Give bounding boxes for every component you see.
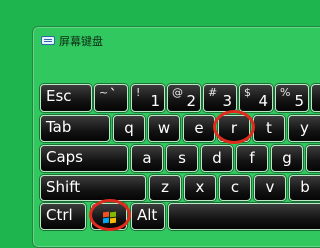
key-lower-label: 3: [222, 92, 232, 110]
key-s[interactable]: s: [166, 145, 198, 172]
key-label: b: [300, 178, 310, 197]
key-ctrl[interactable]: Ctrl: [40, 203, 86, 230]
key-upper-label: @: [172, 86, 183, 99]
key-lower-label: 2: [186, 92, 196, 110]
window-title: 屏幕键盘: [59, 35, 103, 48]
key-label: x: [195, 178, 205, 197]
key-label: t: [266, 118, 272, 137]
key-label: Ctrl: [46, 206, 73, 224]
key-label: w: [157, 118, 171, 137]
key-label: Alt: [137, 206, 158, 224]
key-label: Caps: [46, 148, 84, 166]
key-shift[interactable]: Shift: [40, 175, 146, 201]
key-label: Esc: [46, 87, 72, 105]
key-e[interactable]: e: [183, 115, 215, 142]
key-v[interactable]: v: [254, 175, 286, 201]
highlight-circle-windows: [89, 199, 131, 231]
key-caps[interactable]: Caps: [40, 145, 128, 172]
key-d[interactable]: d: [201, 145, 233, 172]
key-upper-label: $: [244, 86, 251, 99]
key-upper-label: !: [136, 86, 141, 99]
key-6-partial[interactable]: [311, 84, 320, 112]
key-lower-label: 4: [258, 92, 268, 110]
key-lower-label: 1: [150, 92, 160, 110]
key-lower-label: 5: [294, 92, 304, 110]
key-label: y: [300, 118, 309, 137]
highlight-circle-r: [213, 110, 255, 144]
key-a[interactable]: a: [131, 145, 163, 172]
key-space[interactable]: [168, 203, 320, 230]
key-c[interactable]: c: [219, 175, 251, 201]
key-label: z: [161, 178, 169, 197]
key-upper-label: %: [280, 86, 291, 99]
key-x[interactable]: x: [184, 175, 216, 201]
key-label: s: [178, 148, 186, 167]
key-tilde[interactable]: ~ `: [94, 84, 128, 112]
key-esc[interactable]: Esc: [40, 84, 92, 112]
key-h-partial[interactable]: [306, 145, 320, 172]
key-upper-label: #: [208, 86, 218, 99]
key-lower-label: `: [109, 86, 118, 104]
key-label: v: [265, 178, 275, 197]
title-bar: 屏幕键盘: [33, 27, 320, 53]
key-g[interactable]: g: [271, 145, 303, 172]
key-label: d: [212, 148, 222, 167]
key-tab[interactable]: Tab: [40, 115, 110, 142]
key-label: q: [124, 118, 134, 137]
key-label: Tab: [46, 118, 72, 136]
key-z[interactable]: z: [149, 175, 181, 201]
key-alt[interactable]: Alt: [131, 203, 165, 230]
key-f[interactable]: f: [236, 145, 268, 172]
key-b[interactable]: b: [289, 175, 320, 201]
key-label: a: [142, 148, 152, 167]
key-3[interactable]: # 3: [203, 84, 237, 112]
key-label: e: [194, 118, 204, 137]
key-w[interactable]: w: [148, 115, 180, 142]
key-label: c: [230, 178, 240, 197]
key-5[interactable]: % 5: [275, 84, 309, 112]
key-2[interactable]: @ 2: [167, 84, 201, 112]
keyboard-icon: [41, 36, 55, 45]
key-1[interactable]: ! 1: [131, 84, 165, 112]
key-4[interactable]: $ 4: [239, 84, 273, 112]
key-q[interactable]: q: [113, 115, 145, 142]
key-y[interactable]: y: [288, 115, 320, 142]
key-label: g: [282, 148, 292, 167]
key-label: f: [249, 148, 255, 167]
key-label: Shift: [46, 178, 81, 196]
key-upper-label: ~: [99, 86, 109, 99]
key-t[interactable]: t: [253, 115, 285, 142]
